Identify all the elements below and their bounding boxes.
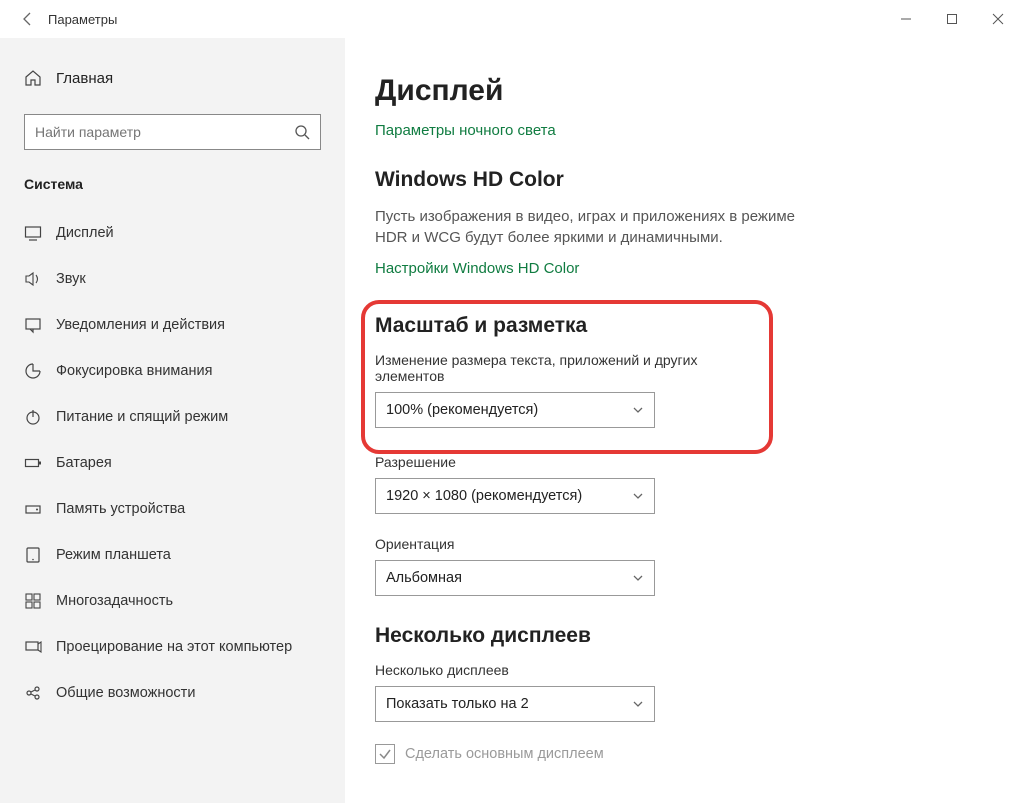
sidebar-item-display[interactable]: Дисплей [24,210,321,256]
chevron-down-icon [632,698,644,710]
nav-label: Звук [56,271,86,287]
make-primary-label: Сделать основным дисплеем [405,746,604,762]
chevron-down-icon [632,490,644,502]
sidebar-item-battery[interactable]: Батарея [24,440,321,486]
home-icon [24,69,56,87]
multi-value: Показать только на 2 [386,696,529,712]
search-icon [284,124,320,140]
arrow-left-icon [20,11,36,27]
notifications-icon [24,316,56,334]
nav-label: Память устройства [56,501,185,517]
scale-label: Изменение размера текста, приложений и д… [375,352,745,384]
sidebar: Главная Система Дисплей Звук Уведомления… [0,38,345,803]
minimize-icon [900,13,912,25]
close-button[interactable] [975,0,1021,38]
nav-label: Питание и спящий режим [56,409,228,425]
focus-icon [24,362,56,380]
back-button[interactable] [14,5,42,33]
shared-icon [24,684,56,702]
sidebar-item-focus[interactable]: Фокусировка внимания [24,348,321,394]
nav-label: Общие возможности [56,685,195,701]
maximize-icon [946,13,958,25]
check-icon [378,747,392,761]
project-icon [24,638,56,656]
resolution-select[interactable]: 1920 × 1080 (рекомендуется) [375,478,655,514]
scale-select[interactable]: 100% (рекомендуется) [375,392,655,428]
scale-highlight-box: Масштаб и разметка Изменение размера тек… [361,300,773,454]
nav-label: Многозадачность [56,593,173,609]
nav-label: Проецирование на этот компьютер [56,639,292,655]
category-title: Система [24,176,321,192]
maximize-button[interactable] [929,0,975,38]
nav-label: Дисплей [56,225,114,241]
resolution-label: Разрешение [375,454,991,470]
scale-value: 100% (рекомендуется) [386,402,538,418]
sidebar-item-multitask[interactable]: Многозадачность [24,578,321,624]
close-icon [992,13,1004,25]
search-input[interactable] [25,124,284,140]
hd-color-title: Windows HD Color [375,168,991,192]
multi-label: Несколько дисплеев [375,662,991,678]
tablet-icon [24,546,56,564]
chevron-down-icon [632,404,644,416]
multi-title: Несколько дисплеев [375,624,991,648]
sidebar-item-notifications[interactable]: Уведомления и действия [24,302,321,348]
multitask-icon [24,592,56,610]
search-input-container[interactable] [24,114,321,150]
sidebar-item-sound[interactable]: Звук [24,256,321,302]
orientation-select[interactable]: Альбомная [375,560,655,596]
sidebar-item-shared[interactable]: Общие возможности [24,670,321,716]
resolution-value: 1920 × 1080 (рекомендуется) [386,488,582,504]
home-label: Главная [56,70,113,87]
sidebar-item-power[interactable]: Питание и спящий режим [24,394,321,440]
sound-icon [24,270,56,288]
multi-select[interactable]: Показать только на 2 [375,686,655,722]
orientation-value: Альбомная [386,570,462,586]
display-icon [24,224,56,242]
hd-color-desc: Пусть изображения в видео, играх и прило… [375,206,815,248]
nav-label: Уведомления и действия [56,317,225,333]
sidebar-item-tablet[interactable]: Режим планшета [24,532,321,578]
scale-section-title: Масштаб и разметка [375,314,745,338]
orientation-label: Ориентация [375,536,991,552]
page-title: Дисплей [375,74,991,108]
make-primary-row: Сделать основным дисплеем [375,744,991,764]
sidebar-item-storage[interactable]: Память устройства [24,486,321,532]
power-icon [24,408,56,426]
night-light-link[interactable]: Параметры ночного света [375,122,556,139]
nav-label: Режим планшета [56,547,171,563]
sidebar-item-project[interactable]: Проецирование на этот компьютер [24,624,321,670]
hd-color-link[interactable]: Настройки Windows HD Color [375,260,579,277]
minimize-button[interactable] [883,0,929,38]
make-primary-checkbox[interactable] [375,744,395,764]
storage-icon [24,500,56,518]
home-link[interactable]: Главная [24,58,321,98]
content-area: Дисплей Параметры ночного света Windows … [345,38,1021,803]
battery-icon [24,454,56,472]
nav-label: Фокусировка внимания [56,363,212,379]
chevron-down-icon [632,572,644,584]
window-title: Параметры [48,12,117,27]
nav-label: Батарея [56,455,112,471]
